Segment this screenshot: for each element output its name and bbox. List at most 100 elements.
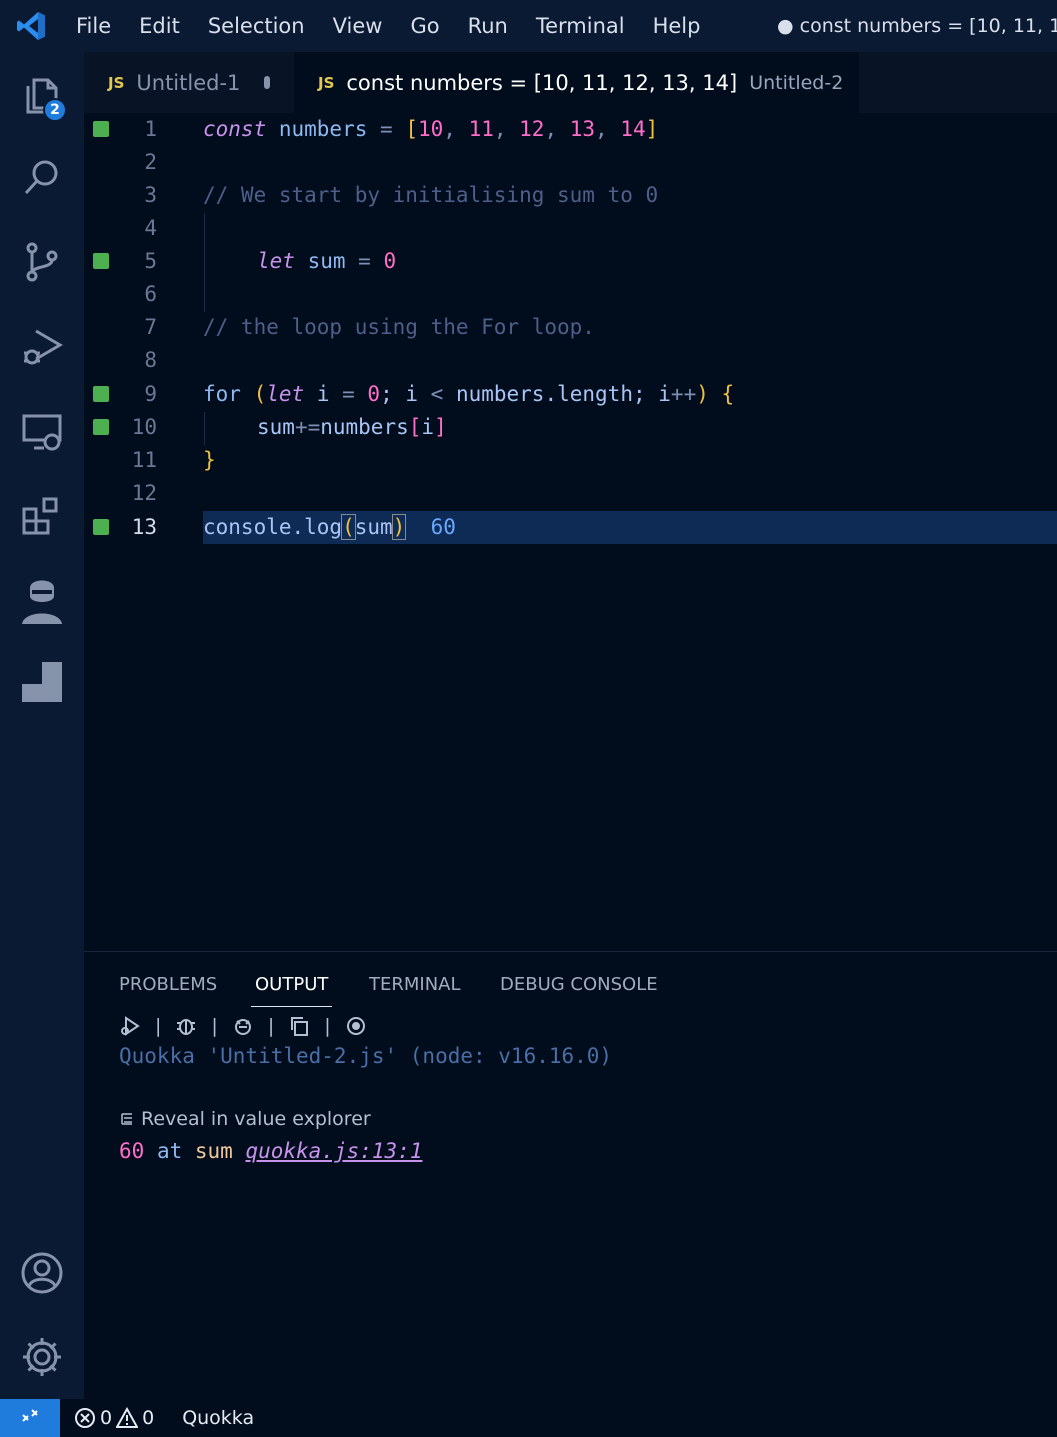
problems-status[interactable]: 0 0 — [60, 1407, 168, 1429]
code-comment: // We start by initialising sum to 0 — [203, 183, 659, 207]
tab-terminal[interactable]: TERMINAL — [369, 974, 461, 1007]
error-icon — [75, 1408, 95, 1428]
code-text: for (let i = 0; i < numbers.length; i++)… — [203, 382, 735, 406]
tab-debug-console[interactable]: DEBUG CONSOLE — [500, 974, 658, 1007]
run-debug-icon — [24, 329, 63, 365]
quokka-status[interactable]: Quokka — [168, 1407, 268, 1429]
code-line: 5 let sum = 0 — [84, 245, 1057, 278]
source-control-icon — [26, 242, 58, 282]
quokka-result: 60 at sum quokka.js:13:1 — [119, 1139, 423, 1163]
toolbar-separator: | — [211, 1015, 218, 1037]
status-bar: 0 0 Quokka — [0, 1399, 1057, 1437]
run-icon[interactable] — [119, 1015, 141, 1037]
search-icon — [24, 160, 58, 195]
copy-icon[interactable] — [288, 1015, 310, 1037]
extensions-button[interactable] — [0, 477, 84, 557]
window-title: ● const numbers = [10, 11, 12 — [777, 15, 1057, 37]
menu-view[interactable]: View — [319, 0, 397, 52]
remote-icon — [22, 1409, 38, 1422]
code-text: const numbers = [10, 11, 12, 13, 14] — [203, 117, 659, 141]
toolbar-separator: | — [155, 1015, 162, 1037]
modified-dot-icon[interactable] — [264, 76, 270, 89]
code-line: 11 } — [84, 444, 1057, 477]
warning-count: 0 — [142, 1407, 155, 1429]
result-location-link[interactable]: quokka.js:13:1 — [245, 1139, 422, 1163]
extensions-icon — [22, 497, 58, 535]
code-line: 6 — [84, 278, 1057, 311]
tab-untitled-1[interactable]: JS Untitled-1 — [84, 52, 294, 113]
code-line: 2 — [84, 146, 1057, 179]
account-icon — [21, 1252, 63, 1294]
stop-icon[interactable] — [345, 1015, 367, 1037]
quokka-output-header: Quokka 'Untitled-2.js' (node: v16.16.0) — [119, 1044, 613, 1068]
accounts-button[interactable] — [0, 1233, 84, 1313]
gear-icon — [23, 1338, 61, 1376]
run-debug-button[interactable] — [0, 307, 84, 387]
menu-edit[interactable]: Edit — [125, 0, 194, 52]
menu-run[interactable]: Run — [454, 0, 522, 52]
line-number: 8 — [144, 348, 157, 372]
tab-description: Untitled-2 — [749, 71, 844, 94]
code-text: } — [203, 448, 216, 472]
activity-bar: 2 — [0, 52, 84, 1399]
tab-problems[interactable]: PROBLEMS — [119, 974, 217, 1007]
error-count: 0 — [100, 1407, 113, 1429]
remote-indicator[interactable] — [0, 1399, 60, 1437]
accounts-person-button[interactable] — [0, 560, 84, 640]
code-line: 13 console.log(sum) 60 — [84, 511, 1057, 544]
code-editor[interactable]: 1 const numbers = [10, 11, 12, 13, 14] 2… — [84, 113, 1057, 951]
code-text: console.log(sum) 60 — [203, 514, 456, 540]
line-number: 12 — [131, 481, 157, 505]
code-text: sum+=numbers[i] — [257, 415, 447, 439]
code-line: 8 — [84, 344, 1057, 377]
tab-label: const numbers = [10, 11, 12, 13, 14] — [346, 70, 738, 95]
steps-icon — [22, 662, 62, 702]
menu-selection[interactable]: Selection — [194, 0, 319, 52]
tab-untitled-2[interactable]: JS const numbers = [10, 11, 12, 13, 14] … — [294, 52, 859, 113]
code-line: 1 const numbers = [10, 11, 12, 13, 14] — [84, 113, 1057, 146]
manage-button[interactable] — [0, 1317, 84, 1397]
line-number: 13 — [131, 515, 157, 539]
warning-icon — [116, 1407, 139, 1428]
line-number: 10 — [131, 415, 157, 439]
person-icon — [22, 580, 62, 624]
menu-file[interactable]: File — [62, 0, 125, 52]
code-comment: // the loop using the For loop. — [203, 315, 595, 339]
toolbar-separator: | — [267, 1015, 275, 1037]
remote-explorer-button[interactable] — [0, 392, 84, 472]
explorer-badge: 2 — [43, 98, 67, 122]
search-button[interactable] — [0, 137, 84, 217]
steps-button[interactable] — [0, 642, 84, 722]
code-line: 10 sum+=numbers[i] — [84, 411, 1057, 444]
line-number: 7 — [144, 315, 157, 339]
vscode-logo-icon — [0, 0, 62, 52]
code-line: 7 // the loop using the For loop. — [84, 311, 1057, 344]
line-number: 9 — [144, 382, 157, 406]
line-number: 11 — [131, 448, 157, 472]
menu-go[interactable]: Go — [396, 0, 453, 52]
explorer-button[interactable]: 2 — [0, 54, 84, 134]
reveal-label: Reveal in value explorer — [141, 1108, 371, 1130]
quokka-toolbar: | | | | — [119, 1014, 367, 1038]
code-line: 4 — [84, 212, 1057, 245]
reveal-in-value-explorer[interactable]: Reveal in value explorer — [119, 1108, 371, 1130]
title-bar: File Edit Selection View Go Run Terminal… — [0, 0, 1057, 52]
tab-output[interactable]: OUTPUT — [251, 974, 333, 1007]
bug-icon[interactable] — [175, 1015, 197, 1037]
editor-tabs: JS Untitled-1 JS const numbers = [10, 11… — [84, 52, 1057, 113]
toolbar-separator: | — [324, 1015, 331, 1037]
menu-help[interactable]: Help — [639, 0, 715, 52]
line-number: 1 — [144, 117, 157, 141]
inline-result: 60 — [430, 515, 456, 539]
code-text: let sum = 0 — [257, 249, 397, 273]
debug-bug-icon[interactable] — [232, 1015, 254, 1037]
line-number: 5 — [144, 249, 157, 273]
menu-terminal[interactable]: Terminal — [522, 0, 639, 52]
js-file-icon: JS — [318, 73, 335, 92]
line-number: 3 — [144, 183, 157, 207]
js-file-icon: JS — [108, 73, 125, 92]
line-number: 4 — [144, 216, 157, 240]
code-line: 3 // We start by initialising sum to 0 — [84, 179, 1057, 212]
source-control-button[interactable] — [0, 222, 84, 302]
remote-explorer-icon — [22, 414, 62, 451]
